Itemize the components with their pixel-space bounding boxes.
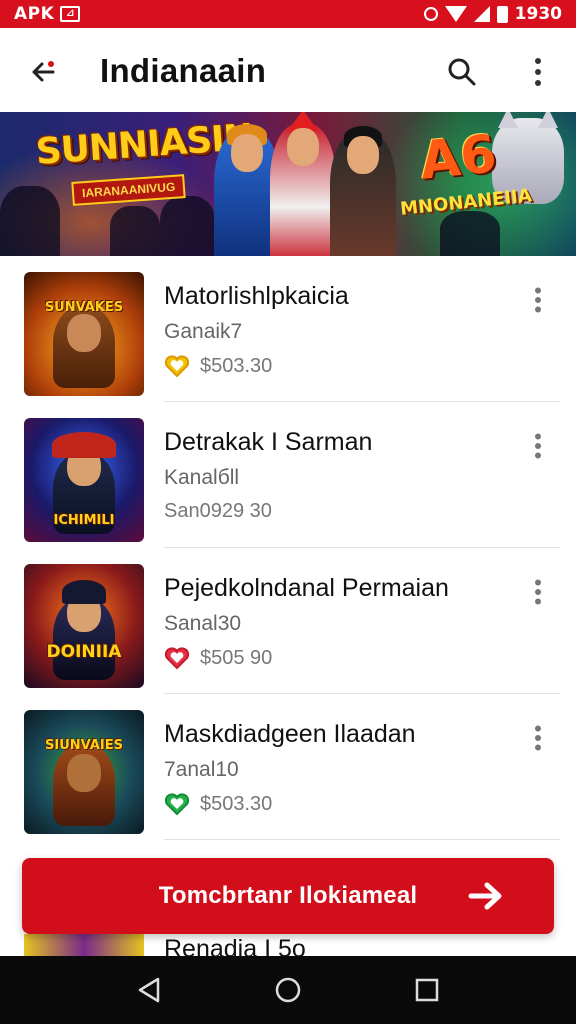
more-vertical-icon [535,433,541,459]
back-button[interactable] [22,50,66,94]
heart-icon [164,647,190,670]
game-price: $503.30 [200,792,273,815]
item-more-button[interactable] [524,430,552,462]
list-item[interactable]: SIUNVAIES Maskdiadgeen Ilaadan 7anal10 $… [0,694,576,840]
primary-cta-button[interactable]: Tomcbrtanr Ilokiameal [22,858,554,934]
banner-character [330,126,396,256]
overflow-menu-button[interactable] [518,50,558,94]
game-thumbnail: ICHIMILI [24,418,144,542]
list-item[interactable]: DOINIIA Pejedkolndanal Permaian Sanal30 … [0,548,576,694]
game-price: San0929 30 [164,500,272,522]
wifi-icon [444,6,467,22]
image-notification-icon: ⊿ [60,6,81,22]
thumbnail-title: SIUNVAIES [45,738,123,753]
thumbnail-title: SUNVAKES [44,300,124,315]
game-title: Maskdiadgeen Ilaadan [164,720,416,748]
app-bar: Indianaain [0,28,576,112]
arrow-right-icon [468,882,502,910]
crowd-silhouette [440,211,500,256]
nav-home-button[interactable] [266,968,310,1012]
game-thumbnail [24,934,144,956]
status-bar: APK ⊿ 1930 [0,0,576,28]
heart-icon [164,355,190,378]
game-price: $505 90 [200,646,273,669]
banner-logo-right: A6 [417,124,500,192]
nav-recents-button[interactable] [405,968,449,1012]
game-thumbnail: SUNVAKES [24,272,144,396]
game-subtitle: 7anal10 [164,758,239,781]
signal-icon [473,6,490,22]
promo-banner[interactable]: SUNNIASIN IARANAANIVUG A6 MNONANEIIA [0,112,576,256]
price-row: $503.30 [164,354,272,378]
banner-character [270,112,336,256]
game-title: Pejedkolndanal Permaian [164,574,449,602]
game-list: SUNVAKES Matorlishlpkaicia Ganaik7 $503.… [0,256,576,840]
price-row: San0929 30 [164,500,272,523]
more-vertical-icon [535,579,541,605]
thumbnail-title: ICHIMILI [53,513,115,528]
list-item-partial[interactable]: Renadia I 5o [0,934,576,956]
game-thumbnail: DOINIIA [24,564,144,688]
price-row: $503.30 [164,792,272,816]
game-subtitle: Kanalбll [164,466,240,489]
square-recents-icon [415,978,438,1002]
status-icons: 1930 [423,4,562,24]
status-time: 1930 [514,4,562,24]
heart-icon [164,793,190,816]
alarm-icon [423,7,438,21]
triangle-back-icon [139,977,160,1003]
game-subtitle: Ganaik7 [164,320,243,343]
item-more-button[interactable] [524,576,552,608]
game-title: Detrakak I Sarman [164,428,373,456]
game-subtitle: Sanal30 [164,612,242,635]
item-more-button[interactable] [524,722,552,754]
back-arrow-icon [32,61,55,82]
page-title: Indianaain [100,52,267,89]
search-icon [448,58,476,86]
list-item[interactable]: ICHIMILI Detrakak I Sarman Kanalбll San0… [0,402,576,548]
more-vertical-icon [535,58,541,86]
more-vertical-icon [535,725,541,751]
game-thumbnail: SIUNVAIES [24,710,144,834]
crowd-silhouette [110,206,160,256]
list-item[interactable]: SUNVAKES Matorlishlpkaicia Ganaik7 $503.… [0,256,576,402]
divider [164,839,560,840]
nav-back-button[interactable] [127,968,171,1012]
crowd-silhouette [160,196,215,256]
circle-home-icon [275,977,301,1003]
crowd-silhouette [0,186,60,256]
game-price: $503.30 [200,354,273,377]
price-row: $505 90 [164,646,272,670]
search-button[interactable] [440,50,484,94]
game-title: Matorlishlpkaicia [164,282,349,310]
cta-label: Tomcbrtanr Ilokiameal [158,882,418,909]
item-more-button[interactable] [524,284,552,316]
more-vertical-icon [535,287,541,313]
thumbnail-title: DOINIIA [46,642,122,662]
battery-icon [496,5,508,23]
game-title: Renadia I 5o [164,935,306,956]
system-nav-bar [0,956,576,1024]
status-apk-label: APK [14,4,55,24]
